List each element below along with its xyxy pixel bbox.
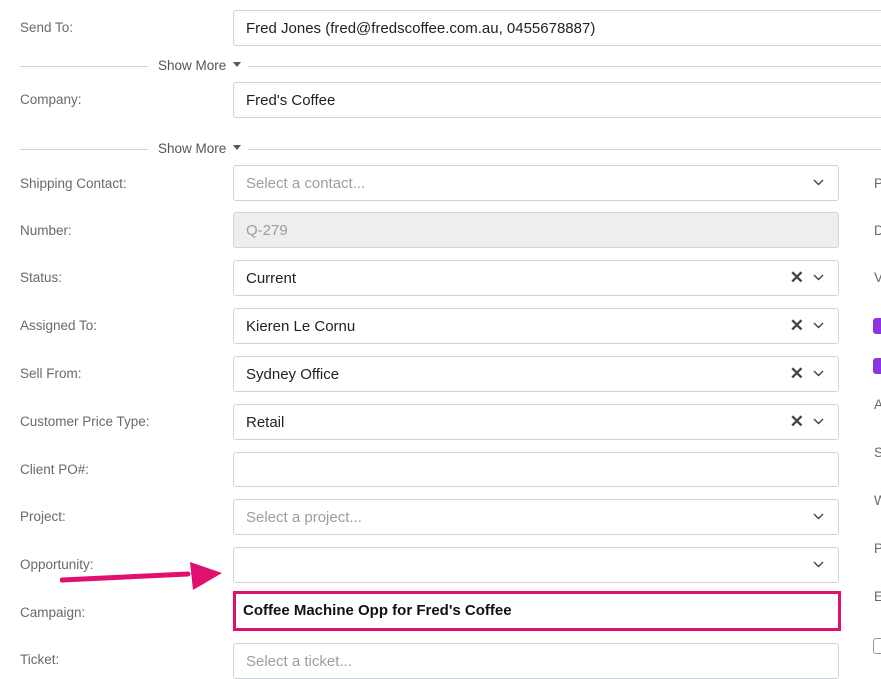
campaign-value: Coffee Machine Opp for Fred's Coffee [243, 602, 512, 619]
chevron-down-icon[interactable] [813, 561, 824, 568]
right-column-label: P [874, 541, 881, 556]
right-column-label: W [874, 493, 881, 508]
company-value: Fred's Coffee [246, 92, 336, 109]
chevron-down-icon[interactable] [813, 513, 824, 520]
sell-from-select[interactable]: Sydney Office ✕ [233, 356, 839, 392]
show-more-button[interactable]: Show More [158, 141, 226, 156]
project-label: Project: [20, 509, 66, 524]
shipping-contact-label: Shipping Contact: [20, 176, 127, 191]
customer-price-type-label: Customer Price Type: [20, 414, 150, 429]
right-column-label: P [874, 176, 881, 191]
status-select[interactable]: Current ✕ [233, 260, 839, 296]
number-value: Q-279 [246, 222, 288, 239]
clear-icon[interactable]: ✕ [790, 365, 804, 382]
client-po-label: Client PO#: [20, 462, 90, 477]
ticket-select[interactable]: Select a ticket... [233, 643, 839, 679]
send-to-field[interactable]: Fred Jones (fred@fredscoffee.com.au, 045… [233, 10, 881, 46]
clear-icon[interactable]: ✕ [790, 317, 804, 334]
checkbox-checked-icon[interactable] [873, 318, 881, 334]
shipping-contact-placeholder: Select a contact... [246, 175, 366, 192]
chevron-down-icon[interactable] [813, 274, 824, 281]
client-po-input[interactable] [233, 452, 839, 487]
assigned-to-value: Kieren Le Cornu [246, 318, 356, 335]
number-field: Q-279 [233, 212, 839, 248]
chevron-down-icon[interactable] [813, 370, 824, 377]
chevron-down-icon[interactable] [813, 322, 824, 329]
right-column-label: E [874, 589, 881, 604]
right-column-label: A [874, 397, 881, 412]
project-select[interactable]: Select a project... [233, 499, 839, 535]
send-to-value: Fred Jones (fred@fredscoffee.com.au, 045… [246, 20, 596, 37]
caret-down-icon[interactable] [233, 62, 241, 67]
checkbox-checked-icon[interactable] [873, 358, 881, 374]
right-column-label: S [874, 445, 881, 460]
customer-price-type-value: Retail [246, 414, 285, 431]
checkbox-unchecked-icon[interactable] [873, 638, 881, 654]
ticket-placeholder: Select a ticket... [246, 653, 352, 670]
sell-from-label: Sell From: [20, 366, 82, 381]
opportunity-select[interactable] [233, 547, 839, 583]
right-column-label: D [874, 223, 881, 238]
status-label: Status: [20, 270, 63, 285]
right-column-label: V [874, 270, 881, 285]
chevron-down-icon[interactable] [813, 418, 824, 425]
shipping-contact-select[interactable]: Select a contact... [233, 165, 839, 201]
company-field[interactable]: Fred's Coffee [233, 82, 881, 118]
show-more-button[interactable]: Show More [158, 58, 226, 73]
campaign-field-highlighted[interactable]: Coffee Machine Opp for Fred's Coffee [233, 591, 841, 631]
number-label: Number: [20, 223, 72, 238]
caret-down-icon[interactable] [233, 145, 241, 150]
sell-from-value: Sydney Office [246, 366, 340, 383]
annotation-arrow-icon [60, 562, 222, 590]
divider-line [248, 149, 881, 150]
divider-line [20, 66, 148, 67]
clear-icon[interactable]: ✕ [790, 269, 804, 286]
assigned-to-select[interactable]: Kieren Le Cornu ✕ [233, 308, 839, 344]
project-placeholder: Select a project... [246, 509, 362, 526]
customer-price-type-select[interactable]: Retail ✕ [233, 404, 839, 440]
company-label: Company: [20, 92, 82, 107]
status-value: Current [246, 270, 297, 287]
divider-line [248, 66, 881, 67]
send-to-label: Send To: [20, 20, 74, 35]
chevron-down-icon[interactable] [813, 179, 824, 186]
divider-line [20, 149, 148, 150]
clear-icon[interactable]: ✕ [790, 413, 804, 430]
assigned-to-label: Assigned To: [20, 318, 98, 333]
campaign-label: Campaign: [20, 605, 86, 620]
